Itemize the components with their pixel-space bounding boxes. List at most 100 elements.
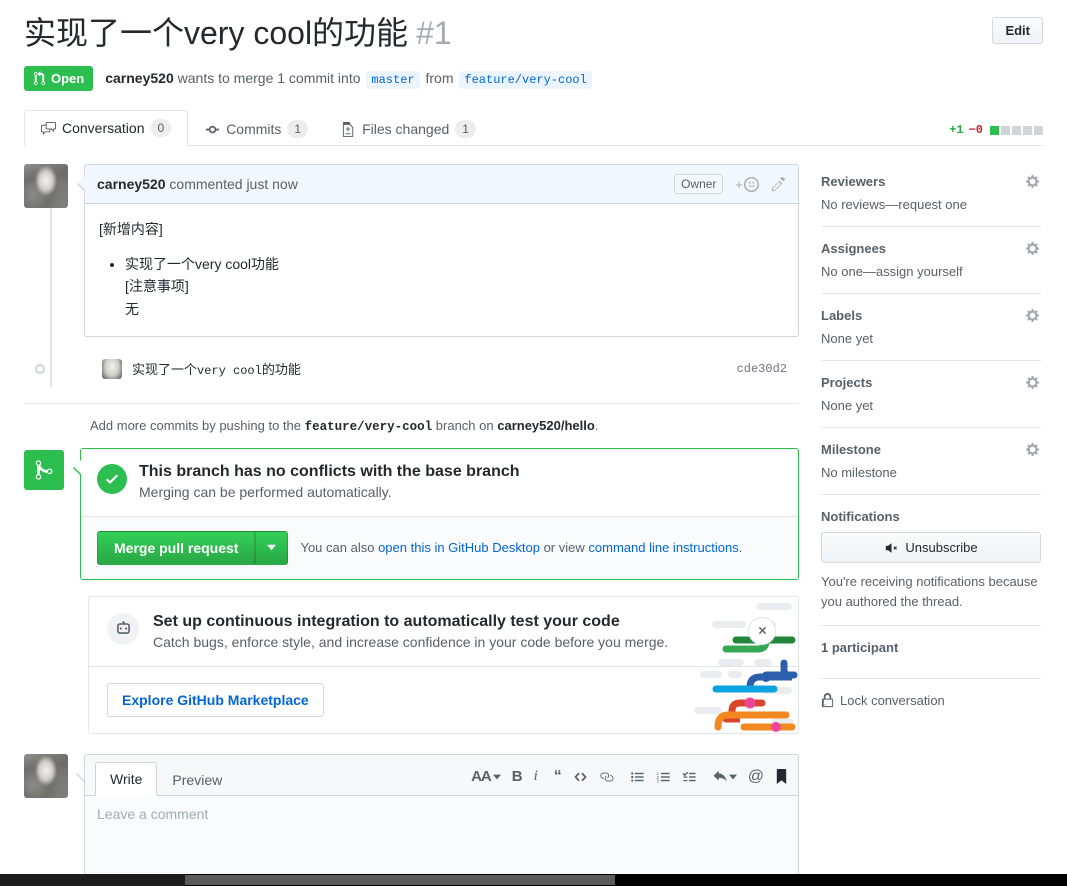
ci-promo-wrapper: Set up continuous integration to automat… [88,595,799,734]
unsubscribe-label: Unsubscribe [905,540,978,556]
task-list-icon[interactable] [682,770,697,784]
diffstat-block [1034,125,1043,135]
open-in-desktop-link[interactable]: open this in GitHub Desktop [378,540,540,555]
comment-author[interactable]: carney520 [97,176,166,192]
git-merge-icon [35,460,53,480]
bold-icon[interactable]: B [512,768,523,785]
scrollbar-track[interactable] [0,874,185,886]
gear-icon[interactable] [1026,174,1041,189]
push-branch: feature/very-cool [304,419,433,434]
ci-promo-headline: Set up continuous integration to automat… [153,612,620,630]
italic-icon[interactable]: i [534,768,538,785]
reply-glyph-icon [713,770,727,782]
new-comment-section: Write Preview AA B i “ 1 2 3 @ Leave a c… [24,753,799,876]
pr-meta-phrase-1: wants to merge 1 commit into [177,70,361,87]
gear-icon[interactable] [1026,375,1041,390]
merge-pull-request-button[interactable]: Merge pull request [97,530,256,565]
edit-button[interactable]: Edit [992,17,1043,44]
timeline: carney520 commented just now Owner + [新增… [24,164,799,387]
pr-body: carney520 commented just now Owner + [新增… [24,164,1043,876]
robot-icon [107,612,139,645]
tab-conversation[interactable]: Conversation 0 [24,110,189,147]
unsubscribe-button[interactable]: Unsubscribe [821,532,1041,564]
participants-title: 1 participant [821,640,899,656]
commit-message[interactable]: 实现了一个very cool的功能 [132,359,301,378]
gear-icon[interactable] [1026,308,1041,323]
comment-body: [新增内容] 实现了一个very cool功能 [注意事项] 无 [85,204,798,336]
sidebar-reviewers-value[interactable]: No reviews—request one [821,197,1041,212]
sidebar-section-labels: Labels None yet [821,308,1041,362]
sidebar-section-assignees: Assignees No one—assign yourself [821,241,1041,295]
avatar[interactable] [24,753,68,798]
link-glyph-icon [600,772,614,782]
horizontal-scrollbar[interactable] [0,874,1067,886]
sidebar-section-participants: 1 participant [821,640,1041,680]
avatar[interactable] [24,164,68,209]
page-title: 实现了一个very cool的功能 [24,15,409,51]
saved-reply-icon[interactable] [775,769,788,785]
toolbar-group-lists: 123 [630,770,697,784]
reply-icon[interactable] [713,770,737,784]
head-branch-tag[interactable]: feature/very-cool [459,71,592,90]
status-badge-label: Open [51,71,85,87]
close-promo-button[interactable] [748,616,776,645]
comment-item: carney520 commented just now Owner + [新增… [24,164,799,337]
gear-glyph-icon [1026,242,1040,256]
command-line-instructions-link[interactable]: command line instructions [588,540,738,555]
lock-conversation-button[interactable]: Lock conversation [821,693,1041,708]
robot-glyph-icon [116,621,130,635]
new-comment-box: Write Preview AA B i “ 1 2 3 @ Leave a c… [76,753,799,876]
tab-write[interactable]: Write [95,761,158,796]
ordered-list-icon[interactable]: 123 [656,770,671,784]
gear-icon[interactable] [1026,241,1041,256]
pull-request-icon [33,71,46,86]
commit-sha[interactable]: cde30d2 [737,362,787,376]
comment-intro: [新增内容] [99,221,163,238]
tab-preview[interactable]: Preview [157,763,237,796]
diffstat-additions: +1 [949,123,964,138]
comment-box: carney520 commented just now Owner + [新增… [77,164,799,337]
sidebar-assignees-value[interactable]: No one—assign yourself [821,264,1041,279]
code-icon[interactable] [573,770,588,784]
base-branch-tag[interactable]: master [366,71,420,90]
explore-marketplace-button[interactable]: Explore GitHub Marketplace [107,682,324,717]
pr-header: 实现了一个very cool的功能 #1 Edit Open carney520 … [24,0,1043,92]
edit-comment-icon[interactable] [771,176,786,192]
commit-message-part-3: 的功能 [261,362,301,378]
commit-message-part-2: very cool [197,364,262,379]
timeline-dot-icon [35,363,45,374]
link-icon[interactable] [599,770,614,784]
scrollbar-thumb[interactable] [185,875,615,885]
sidebar-projects-value: None yet [821,398,874,414]
pr-author[interactable]: carney520 [105,70,174,86]
mention-icon[interactable]: @ [748,768,764,786]
sidebar-labels-value: None yet [821,331,874,347]
tab-files-changed-count: 1 [455,120,476,139]
merge-options-dropdown[interactable] [255,530,289,565]
unordered-list-icon[interactable] [630,770,645,784]
status-badge: Open [24,66,94,92]
sidebar-assignees-title: Assignees [821,241,887,257]
toolbar-group-extras: @ [713,768,788,786]
add-reaction-icon[interactable]: + [735,176,759,192]
git-merge-badge [24,449,64,490]
pr-tabbar: Conversation 0 Commits 1 Files changed 1… [24,110,1043,147]
comment-note-text: 无 [125,300,139,317]
tab-files-changed[interactable]: Files changed 1 [325,111,493,146]
gear-icon[interactable] [1026,442,1041,457]
new-comment-tabs: Write Preview AA B i “ 1 2 3 @ [84,753,799,796]
sidebar-section-projects: Projects None yet [821,375,1041,429]
push-suffix: . [594,417,599,433]
comment-header-actions: Owner + [674,174,786,195]
sidebar-projects-header: Projects [821,375,1041,390]
quote-icon[interactable]: “ [554,768,562,786]
comment-note-title: [注意事项] [125,278,189,295]
commit-message-part-1: 实现了一个 [132,362,198,378]
text-size-icon[interactable]: AA [471,768,501,785]
diffstat-block [990,125,999,135]
tab-files-changed-label: Files changed [362,121,450,138]
comment-input[interactable]: Leave a comment [84,795,799,876]
toolbar-group-insert: “ [554,768,614,786]
tab-commits[interactable]: Commits 1 [188,111,325,146]
avatar[interactable] [102,358,122,379]
